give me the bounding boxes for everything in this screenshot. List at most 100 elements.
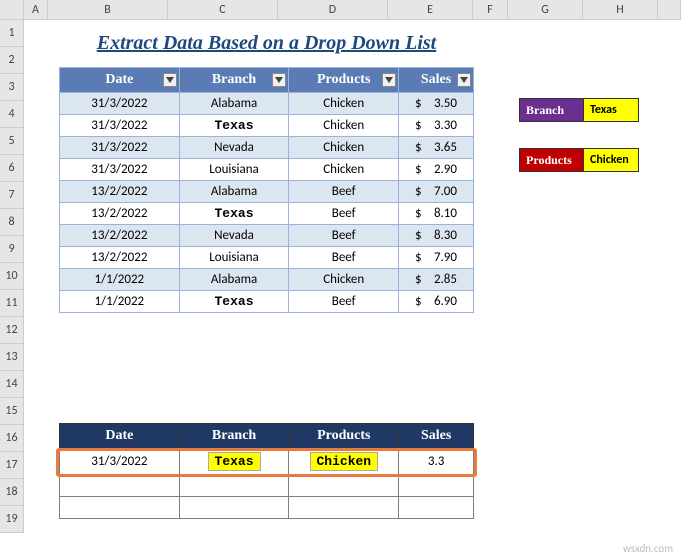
select-all-corner[interactable] (0, 0, 24, 19)
col-header-A[interactable]: A (24, 0, 48, 19)
row-header-2[interactable]: 2 (0, 47, 24, 74)
result-row[interactable] (60, 497, 474, 519)
row-header-19[interactable]: 19 (0, 506, 24, 533)
table-row[interactable]: 13/2/2022AlabamaBeef$7.00 (60, 181, 474, 203)
cell-product[interactable]: Chicken (289, 159, 399, 181)
products-filter-value[interactable]: Chicken (584, 148, 639, 172)
empty-cell[interactable] (289, 497, 399, 519)
table-row[interactable]: 31/3/2022NevadaChicken$3.65 (60, 137, 474, 159)
row-header-8[interactable]: 8 (0, 209, 24, 236)
cell-date[interactable]: 13/2/2022 (60, 203, 180, 225)
row-header-10[interactable]: 10 (0, 263, 24, 290)
filter-icon[interactable] (382, 73, 396, 87)
cell-date[interactable]: 31/3/2022 (60, 137, 180, 159)
cell-sales[interactable]: $7.00 (399, 181, 474, 203)
filter-icon[interactable] (272, 73, 286, 87)
col-header-D[interactable]: D (278, 0, 388, 19)
header-products[interactable]: Products (289, 68, 399, 93)
col-header-F[interactable]: F (473, 0, 508, 19)
table-row[interactable]: 13/2/2022NevadaBeef$8.30 (60, 225, 474, 247)
result-cell-branch[interactable]: Texas (179, 449, 289, 475)
cell-branch[interactable]: Texas (179, 115, 289, 137)
cell-product[interactable]: Chicken (289, 137, 399, 159)
cell-date[interactable]: 13/2/2022 (60, 225, 180, 247)
empty-cell[interactable] (179, 475, 289, 497)
row-header-17[interactable]: 17 (0, 452, 24, 479)
table-row[interactable]: 1/1/2022TexasBeef$6.90 (60, 291, 474, 313)
table-row[interactable]: 1/1/2022AlabamaChicken$2.85 (60, 269, 474, 291)
row-header-18[interactable]: 18 (0, 479, 24, 506)
col-header-B[interactable]: B (48, 0, 168, 19)
cell-branch[interactable]: Louisiana (179, 247, 289, 269)
cell-sales[interactable]: $3.30 (399, 115, 474, 137)
cell-branch[interactable]: Alabama (179, 269, 289, 291)
cell-sales[interactable]: $8.30 (399, 225, 474, 247)
branch-filter-value[interactable]: Texas (584, 98, 639, 122)
table-row[interactable]: 31/3/2022AlabamaChicken$3.50 (60, 93, 474, 115)
empty-cell[interactable] (289, 475, 399, 497)
cell-sales[interactable]: $3.65 (399, 137, 474, 159)
cell-sales[interactable]: $2.90 (399, 159, 474, 181)
cell-date[interactable]: 13/2/2022 (60, 181, 180, 203)
row-header-3[interactable]: 3 (0, 74, 24, 101)
cell-date[interactable]: 31/3/2022 (60, 93, 180, 115)
row-header-6[interactable]: 6 (0, 155, 24, 182)
cell-branch[interactable]: Nevada (179, 137, 289, 159)
row-header-7[interactable]: 7 (0, 182, 24, 209)
result-cell-date[interactable]: 31/3/2022 (60, 449, 180, 475)
cell-date[interactable]: 31/3/2022 (60, 159, 180, 181)
header-sales[interactable]: Sales (399, 68, 474, 93)
row-header-14[interactable]: 14 (0, 371, 24, 398)
filter-icon[interactable] (457, 73, 471, 87)
cell-date[interactable]: 31/3/2022 (60, 115, 180, 137)
filter-icon[interactable] (163, 73, 177, 87)
row-header-11[interactable]: 11 (0, 290, 24, 317)
result-row[interactable]: 31/3/2022TexasChicken3.3 (60, 449, 474, 475)
cell-product[interactable]: Beef (289, 291, 399, 313)
cell-sales[interactable]: $6.90 (399, 291, 474, 313)
cell-branch[interactable]: Alabama (179, 181, 289, 203)
cell-date[interactable]: 1/1/2022 (60, 269, 180, 291)
cell-product[interactable]: Beef (289, 225, 399, 247)
cell-sales[interactable]: $3.50 (399, 93, 474, 115)
row-header-12[interactable]: 12 (0, 317, 24, 344)
cell-branch[interactable]: Alabama (179, 93, 289, 115)
col-header-C[interactable]: C (168, 0, 278, 19)
result-cell-product[interactable]: Chicken (289, 449, 399, 475)
empty-cell[interactable] (179, 497, 289, 519)
cell-date[interactable]: 13/2/2022 (60, 247, 180, 269)
cell-branch[interactable]: Louisiana (179, 159, 289, 181)
cell-sales[interactable]: $8.10 (399, 203, 474, 225)
col-header-H[interactable]: H (583, 0, 658, 19)
cell-branch[interactable]: Nevada (179, 225, 289, 247)
result-row[interactable] (60, 475, 474, 497)
cell-product[interactable]: Chicken (289, 115, 399, 137)
row-header-5[interactable]: 5 (0, 128, 24, 155)
row-header-13[interactable]: 13 (0, 344, 24, 371)
cell-branch[interactable]: Texas (179, 203, 289, 225)
table-row[interactable]: 13/2/2022LouisianaBeef$7.90 (60, 247, 474, 269)
cell-product[interactable]: Beef (289, 247, 399, 269)
cell-sales[interactable]: $2.85 (399, 269, 474, 291)
cell-product[interactable]: Beef (289, 203, 399, 225)
row-header-16[interactable]: 16 (0, 425, 24, 452)
empty-cell[interactable] (399, 475, 474, 497)
empty-cell[interactable] (399, 497, 474, 519)
cell-sales[interactable]: $7.90 (399, 247, 474, 269)
cell-product[interactable]: Chicken (289, 269, 399, 291)
cell-product[interactable]: Chicken (289, 93, 399, 115)
col-header-G[interactable]: G (508, 0, 583, 19)
row-header-9[interactable]: 9 (0, 236, 24, 263)
row-header-1[interactable]: 1 (0, 20, 24, 47)
row-header-15[interactable]: 15 (0, 398, 24, 425)
empty-cell[interactable] (60, 475, 180, 497)
row-header-4[interactable]: 4 (0, 101, 24, 128)
table-row[interactable]: 31/3/2022LouisianaChicken$2.90 (60, 159, 474, 181)
col-header-E[interactable]: E (388, 0, 473, 19)
cell-branch[interactable]: Texas (179, 291, 289, 313)
cell-product[interactable]: Beef (289, 181, 399, 203)
empty-cell[interactable] (60, 497, 180, 519)
header-date[interactable]: Date (60, 68, 180, 93)
table-row[interactable]: 13/2/2022TexasBeef$8.10 (60, 203, 474, 225)
result-cell-sales[interactable]: 3.3 (399, 449, 474, 475)
